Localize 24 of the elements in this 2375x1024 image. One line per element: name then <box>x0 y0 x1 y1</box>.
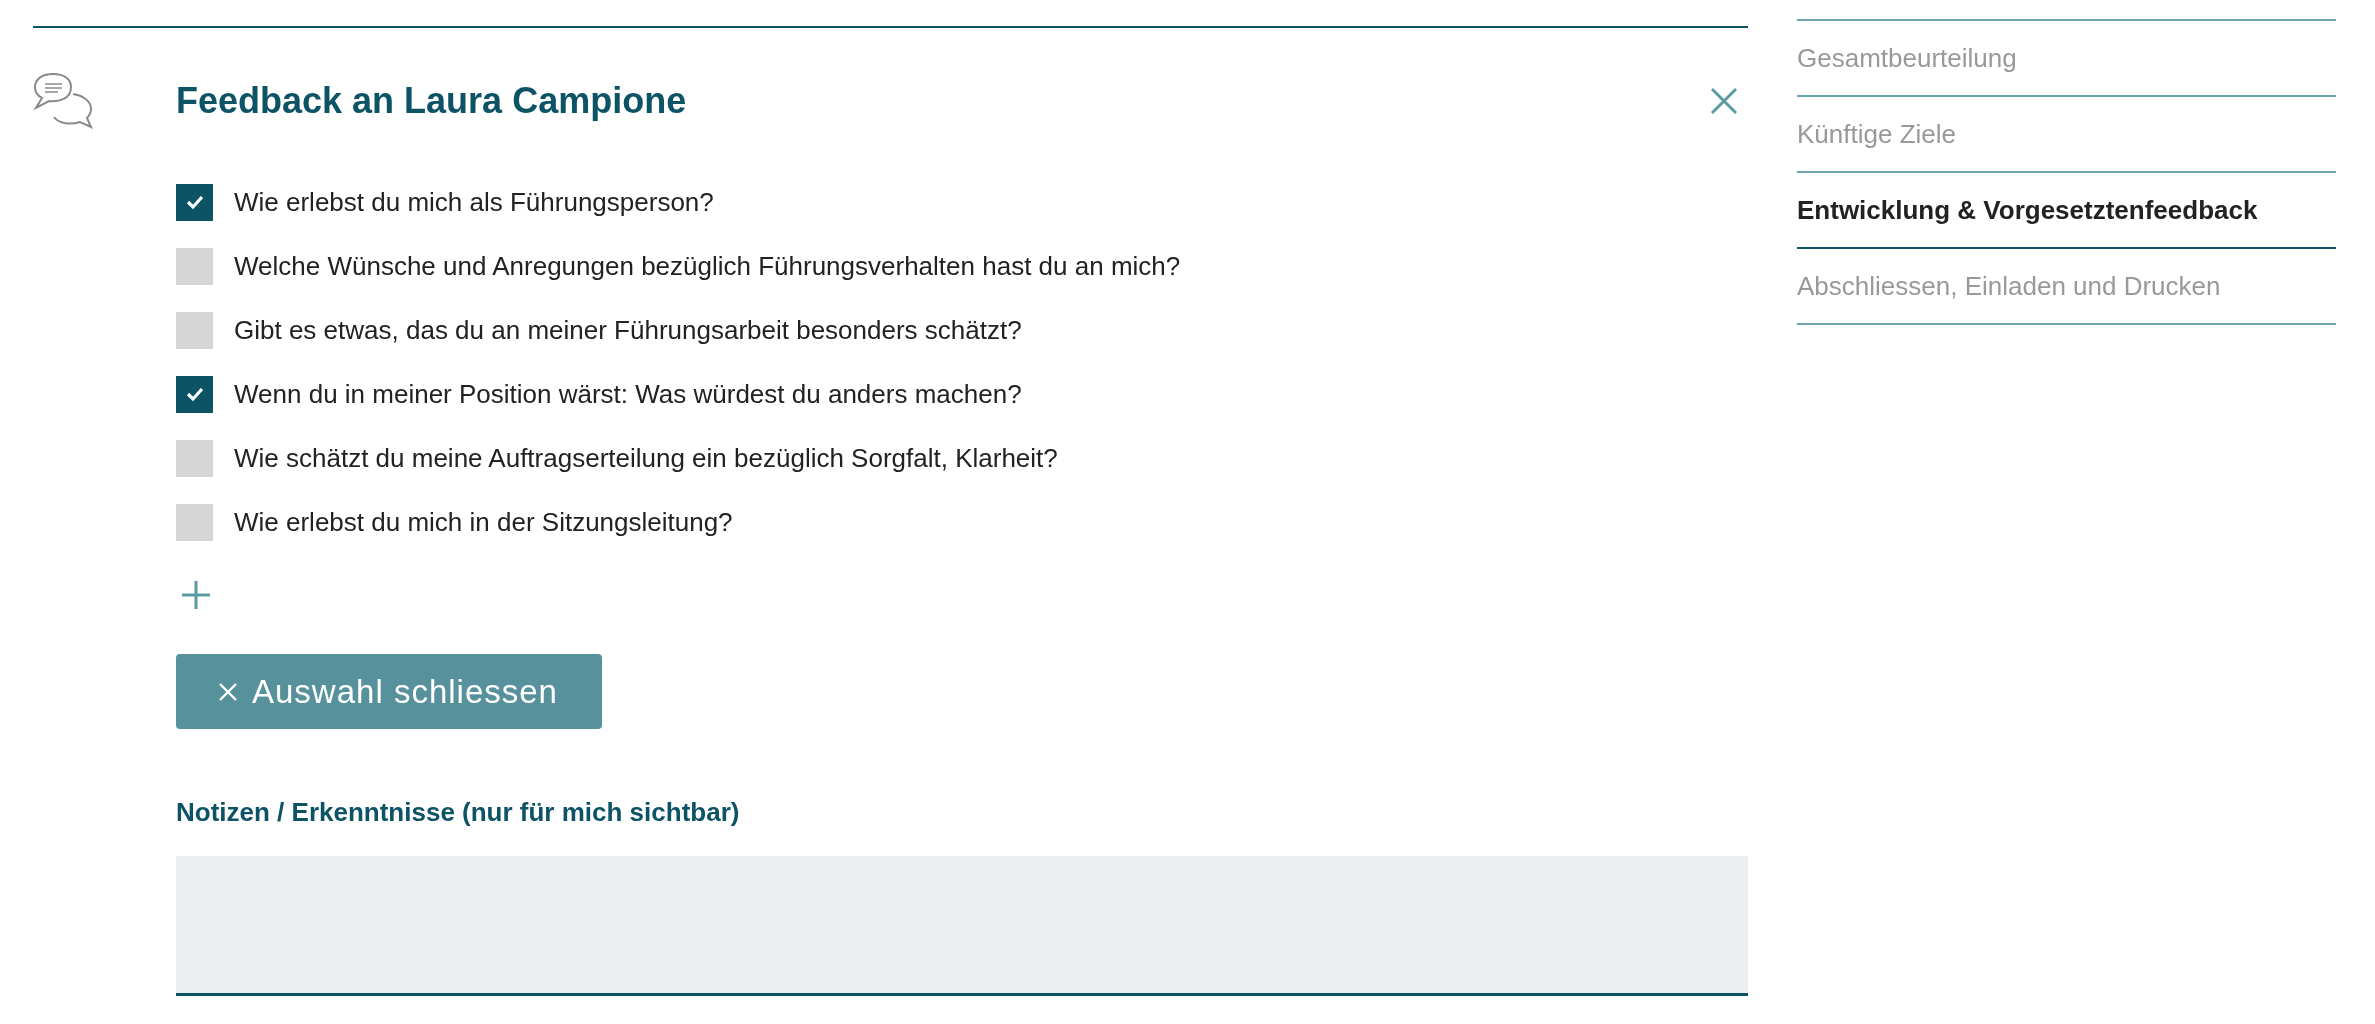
checkbox[interactable] <box>176 439 213 477</box>
question-label: Gibt es etwas, das du an meiner Führungsarbeit besonders schätzt? <box>234 314 1022 346</box>
sidebar-item[interactable]: Gesamtbeurteilung <box>1797 21 2336 97</box>
add-icon[interactable] <box>181 580 211 610</box>
question-label: Welche Wünsche und Anregungen bezüglich Führungsverhalten hast du an mich? <box>234 250 1181 282</box>
close-icon[interactable] <box>1710 87 1738 115</box>
close-icon <box>218 681 238 702</box>
checkbox[interactable] <box>176 311 213 349</box>
checkbox[interactable] <box>176 183 213 221</box>
sidebar-item[interactable]: Abschliessen, Einladen und Drucken <box>1797 249 2336 325</box>
notes-field[interactable] <box>176 856 1748 996</box>
sidebar-item[interactable]: Künftige Ziele <box>1797 97 2336 173</box>
chat-bubbles-icon <box>33 72 95 130</box>
question-label: Wie erlebst du mich in der Sitzungsleitung? <box>234 506 733 538</box>
sidebar-item[interactable]: Entwicklung & Vorgesetztenfeedback <box>1797 173 2336 249</box>
notes-label: Notizen / Erkenntnisse (nur für mich sichtbar) <box>176 797 741 828</box>
question-label: Wie erlebst du mich als Führungsperson? <box>234 186 714 218</box>
checkbox[interactable] <box>176 247 213 285</box>
checkbox[interactable] <box>176 375 213 413</box>
checkbox[interactable] <box>176 503 213 541</box>
panel-title: Feedback an Laura Campione <box>176 80 688 122</box>
question-label: Wenn du in meiner Position wärst: Was würdest du anders machen? <box>234 378 1022 410</box>
close-selection-button[interactable]: Auswahl schliessen <box>176 654 602 729</box>
question-label: Wie schätzt du meine Auftragserteilung ein bezüglich Sorgfalt, Klarheit? <box>234 442 1058 474</box>
